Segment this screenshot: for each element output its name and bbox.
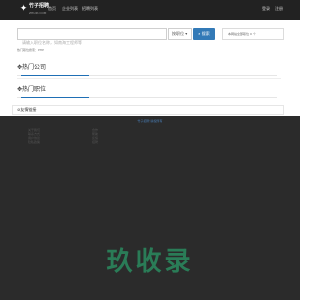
section-underline [21,75,89,76]
chevron-down-icon: ▾ [185,31,188,36]
job-count-tip: 本网站全部职位 0 个 [222,28,284,40]
footer-link[interactable]: 隐私政策 [28,140,40,144]
search-icon: ⌕ [198,31,201,36]
footer-links-right: 合作 帮助 反馈 招聘 [92,128,98,144]
login-link[interactable]: 登录 [262,6,270,12]
search-box [17,28,167,48]
footer-heading[interactable]: 竹子招聘 版权所有 [0,119,300,123]
friend-links-panel: ⊘友情链接 [12,105,284,115]
search-type-select[interactable]: 按职位 ▾ [168,28,192,40]
footer-link[interactable]: 招聘 [92,140,98,144]
nav-item-home[interactable]: 首页 [48,6,56,12]
register-link[interactable]: 注册 [275,6,283,12]
hot-companies-title: 热门公司 [22,64,47,71]
footer-links-left: 关于我们 联系方式 用户协议 隐私政策 [28,128,40,144]
hot-positions-title: 热门职位 [22,86,47,93]
bamboo-logo-icon[interactable]: ✦ [19,4,28,15]
nav-item-companies[interactable]: 企业列表 [62,6,78,12]
friend-links-label: 友情链接 [20,107,37,112]
site-logo-subtitle: ZHUZI.COM [29,11,47,15]
hot-positions-header: ✥热门职位 [17,85,277,98]
divider [17,78,281,79]
search-button-label: 搜索 [201,31,210,36]
hot-companies-header: ✥热门公司 [17,63,277,76]
nav-item-jobs[interactable]: 招聘列表 [82,6,98,12]
watermark-text: 玖收录 [106,247,194,277]
search-button[interactable]: ⌕ 搜索 [193,28,215,40]
section-underline [21,97,89,98]
hot-search-breadcrumb[interactable]: 热门职位搜索：PHP [17,48,44,52]
site-logo-title[interactable]: 竹子招聘 [29,3,49,10]
top-navbar: ✦ 竹子招聘 ZHUZI.COM 首页 企业列表 招聘列表 登录 注册 [0,0,300,20]
search-type-value: 按职位 [172,31,184,36]
search-input[interactable] [18,37,167,48]
